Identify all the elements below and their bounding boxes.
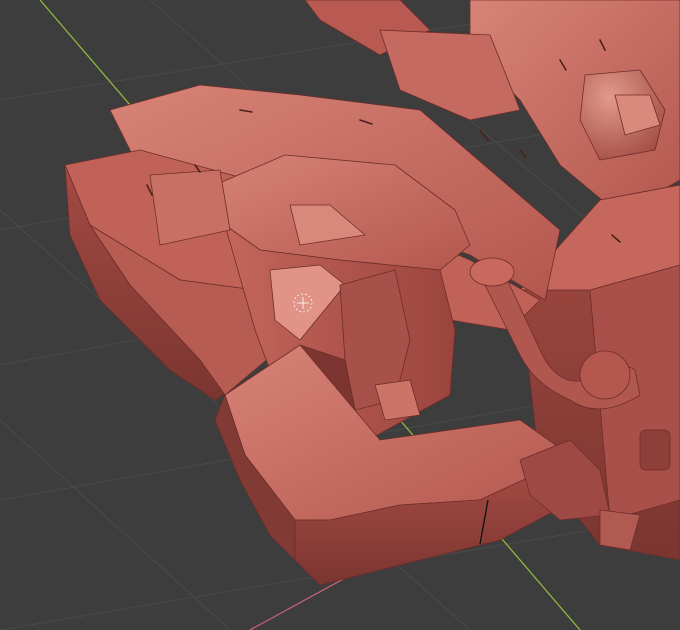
- 3d-viewport[interactable]: [0, 0, 680, 630]
- viewport-canvas[interactable]: [0, 0, 680, 630]
- sculpt-model[interactable]: [64, 0, 680, 586]
